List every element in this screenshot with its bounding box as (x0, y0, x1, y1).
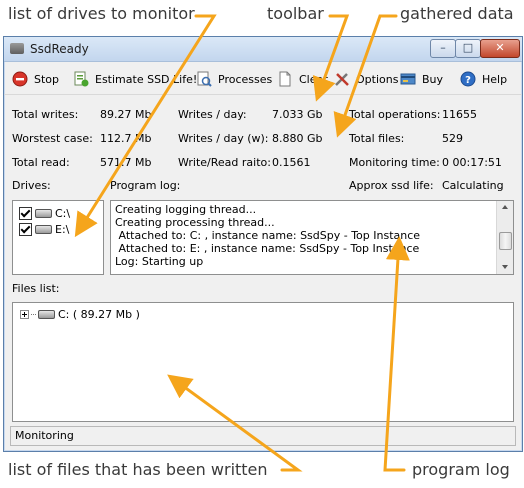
estimate-label: Estimate SSD Life! (95, 72, 198, 86)
clear-button[interactable]: Clear (277, 70, 328, 88)
help-icon: ? (460, 71, 476, 87)
buy-button[interactable]: Buy (400, 70, 443, 88)
program-log-box[interactable]: Creating logging thread... Creating proc… (110, 200, 514, 275)
log-line: Creating processing thread... (115, 216, 275, 229)
help-label: Help (482, 72, 508, 86)
writes-day-w-value: 8.880 Gb (272, 132, 323, 145)
stats-panel: Total writes: 89.27 Mb Worstest case: 11… (4, 97, 522, 197)
scroll-down-icon[interactable] (502, 265, 508, 269)
log-line: Creating logging thread... (115, 203, 257, 216)
toolbar: Stop Estimate SSD Life! Processes Clear … (4, 62, 522, 95)
stop-label: Stop (34, 72, 60, 86)
annotation-files-written: list of files that has been written (8, 460, 268, 479)
monitoring-time-label: Monitoring time: (349, 156, 440, 169)
total-operations-value: 11655 (442, 108, 477, 121)
log-line: Log: Starting up (115, 255, 204, 268)
drives-label: Drives: (12, 179, 51, 192)
options-button[interactable]: Options (334, 70, 398, 88)
total-writes-value: 89.27 Mb (100, 108, 152, 121)
files-list[interactable]: C: ( 89.27 Mb ) (12, 302, 514, 422)
maximize-button[interactable]: □ (455, 39, 481, 58)
tree-connector (31, 314, 36, 315)
annotation-toolbar: toolbar (267, 4, 324, 23)
title-bar[interactable]: SsdReady – □ ✕ (4, 37, 522, 62)
drive-c-checkbox[interactable] (19, 206, 32, 220)
drive-icon (38, 310, 55, 319)
minimize-icon: – (440, 41, 446, 54)
annotation-gathered-data: gathered data (400, 4, 514, 23)
drive-item-c[interactable]: C:\ (19, 206, 70, 220)
window-title: SsdReady (30, 42, 89, 56)
estimate-icon (73, 71, 89, 87)
total-operations-label: Total operations: (349, 108, 441, 121)
scroll-up-icon[interactable] (502, 205, 508, 209)
ssd-life-label: Approx ssd life: (349, 179, 434, 192)
total-read-label: Total read: (12, 156, 70, 169)
tree-item-label: C: ( 89.27 Mb ) (58, 308, 140, 321)
annotation-drives-to-monitor: list of drives to monitor (8, 4, 195, 23)
scroll-thumb[interactable] (499, 232, 512, 250)
monitoring-time-value: 0 00:17:51 (442, 156, 502, 169)
stop-icon (12, 71, 28, 87)
total-files-value: 529 (442, 132, 463, 145)
log-line: Attached to: E: , instance name: SsdSpy … (115, 242, 420, 255)
drive-e-label: E:\ (55, 222, 70, 236)
close-icon: ✕ (495, 41, 505, 54)
processes-label: Processes (218, 72, 273, 86)
writes-day-w-label: Writes / day (w): (178, 132, 269, 145)
total-writes-label: Total writes: (12, 108, 79, 121)
status-text: Monitoring (15, 429, 74, 442)
worst-case-value: 112.7 Mb (100, 132, 152, 145)
buy-label: Buy (422, 72, 444, 86)
minimize-button[interactable]: – (430, 39, 456, 58)
close-button[interactable]: ✕ (480, 39, 520, 58)
writes-day-value: 7.033 Gb (272, 108, 323, 121)
drive-item-e[interactable]: E:\ (19, 222, 69, 236)
options-label: Options (356, 72, 399, 86)
log-line: Attached to: C: , instance name: SsdSpy … (115, 229, 421, 242)
help-button[interactable]: ? Help (460, 70, 507, 88)
app-icon (10, 43, 24, 54)
annotation-program-log: program log (412, 460, 510, 479)
ratio-value: 0.1561 (272, 156, 311, 169)
clear-label: Clear (299, 72, 328, 86)
files-list-label: Files list: (12, 282, 60, 295)
drive-e-checkbox[interactable] (19, 222, 32, 236)
worst-case-label: Worstest case: (12, 132, 93, 145)
estimate-ssd-life-button[interactable]: Estimate SSD Life! (73, 70, 197, 88)
svg-text:?: ? (465, 75, 471, 86)
app-window: SsdReady – □ ✕ Stop Estimate SSD Life! P… (3, 36, 523, 452)
buy-icon (400, 71, 416, 87)
processes-button[interactable]: Processes (196, 70, 272, 88)
total-read-value: 571.7 Mb (100, 156, 152, 169)
drive-c-label: C:\ (55, 206, 71, 220)
tools-icon (334, 71, 350, 87)
log-scrollbar[interactable] (496, 201, 513, 274)
tree-item-c[interactable]: C: ( 89.27 Mb ) (20, 308, 140, 321)
ssd-life-value: Calculating (442, 179, 504, 192)
stop-button[interactable]: Stop (12, 70, 59, 88)
drives-list: C:\ E:\ (12, 200, 104, 275)
clear-icon (277, 71, 293, 87)
status-bar: Monitoring (10, 426, 516, 446)
total-files-label: Total files: (349, 132, 405, 145)
processes-icon (196, 71, 212, 87)
drive-icon (35, 208, 52, 218)
program-log-label: Program log: (110, 179, 181, 192)
ratio-label: Write/Read raito: (178, 156, 271, 169)
expand-icon[interactable] (20, 310, 29, 319)
drive-icon (35, 224, 52, 234)
writes-day-label: Writes / day: (178, 108, 247, 121)
maximize-icon: □ (462, 41, 474, 54)
